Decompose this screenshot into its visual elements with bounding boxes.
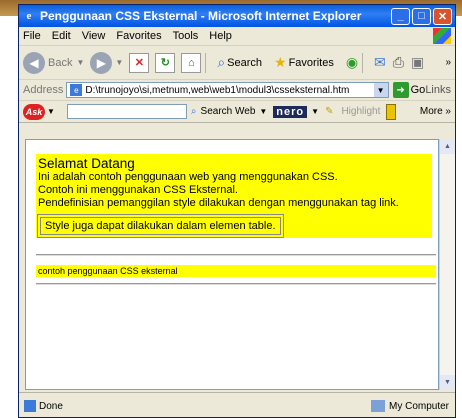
security-zone: My Computer [370,400,449,412]
back-dropdown-icon[interactable]: ▼ [76,58,84,67]
print-icon[interactable]: ⎙ [393,54,404,71]
search-web-icon[interactable]: ⌕ [191,106,197,117]
toolbar-separator [205,52,207,73]
go-label: Go [410,84,426,96]
nero-dropdown-icon[interactable]: ▼ [311,107,319,116]
style-table-cell: Style juga dapat dilakukan dalam elemen … [40,217,281,235]
menu-view[interactable]: View [82,30,106,42]
menu-help[interactable]: Help [209,30,232,42]
ask-toolbar: Ask ▼ ⌕ Search Web ▼ nero ▼ ✎ Highlight … [19,101,455,123]
close-button[interactable]: ✕ [433,7,452,25]
menu-file[interactable]: File [23,30,41,42]
back-button-label[interactable]: Back [48,57,72,69]
intro-line-1: Ini adalah contoh penggunaan web yang me… [38,171,338,183]
search-web-dropdown-icon[interactable]: ▼ [259,107,267,116]
address-dropdown-icon[interactable]: ▼ [373,83,388,97]
scroll-up-icon[interactable]: ▲ [440,139,455,154]
standard-toolbar: ◀ Back ▼ ▶ ▼ ✕ ↻ ⌂ ⌕ Search ★ Favorites … [19,46,455,80]
intro-line-3: Pendefinisian pemanggilan style dilakuka… [38,197,399,209]
highlight-button[interactable]: Highlight [341,106,380,117]
address-input[interactable]: e D:\trunojoyo\si,metnum,web\web1\modul3… [66,82,389,98]
scroll-down-icon[interactable]: ▼ [440,375,455,390]
menu-tools[interactable]: Tools [173,30,199,42]
forward-dropdown-icon[interactable]: ▼ [115,58,123,67]
more-button[interactable]: More » [420,106,451,117]
go-button[interactable]: ➜ Go [392,82,426,98]
page-icon: e [70,84,83,96]
highlighter-icon[interactable] [386,103,397,120]
toolbar-separator-2 [362,52,364,73]
welcome-heading: Selamat Datang [38,156,135,171]
nero-logo[interactable]: nero [273,105,308,118]
favorites-star-icon[interactable]: ★ [274,54,287,71]
footer-line: contoh penggunaan CSS eksternal [36,265,436,277]
ask-dropdown-icon[interactable]: ▼ [47,107,55,116]
title-bar[interactable]: e Penggunaan CSS Eksternal - Microsoft I… [19,5,455,27]
windows-logo-icon [433,28,451,44]
go-arrow-icon: ➜ [392,82,409,98]
more-label: More [419,106,443,117]
page-content: Selamat Datang Ini adalah contoh penggun… [25,139,439,390]
mail-icon[interactable]: ✉ [374,54,386,71]
window-title: Penggunaan CSS Eksternal - Microsoft Int… [40,9,362,23]
back-arrow-icon[interactable]: ◀ [23,51,45,74]
horizontal-rule-2 [36,283,436,285]
maximize-button[interactable]: □ [412,7,431,25]
home-icon[interactable]: ⌂ [181,52,202,73]
search-web-button[interactable]: Search Web [201,106,256,117]
stop-icon[interactable]: ✕ [129,52,150,73]
address-bar: Address e D:\trunojoyo\si,metnum,web\web… [19,80,455,101]
search-button-label[interactable]: Search [227,57,262,69]
horizontal-rule-1 [36,254,436,256]
edit-page-icon[interactable]: ▣ [411,54,424,71]
more-tools-icon[interactable]: » [445,57,451,68]
menu-edit[interactable]: Edit [52,30,71,42]
minimize-button[interactable]: _ [391,7,410,25]
links-button[interactable]: Links [425,84,451,96]
search-icon[interactable]: ⌕ [217,54,225,71]
vertical-scrollbar[interactable]: ▲ ▼ [439,139,455,390]
address-value[interactable]: D:\trunojoyo\si,metnum,web\web1\modul3\c… [85,85,373,96]
ie-logo-icon: e [26,10,32,22]
page-status-icon [24,400,36,412]
my-computer-icon [370,400,385,412]
refresh-icon[interactable]: ↻ [155,52,176,73]
highlight-pen-icon[interactable]: ✎ [325,106,333,117]
status-text: Done [39,400,63,412]
history-icon[interactable]: ◉ [346,54,358,71]
forward-arrow-icon[interactable]: ▶ [90,51,113,74]
menu-favorites[interactable]: Favorites [116,30,161,42]
ie-window: e Penggunaan CSS Eksternal - Microsoft I… [18,4,456,418]
security-zone-label: My Computer [388,400,449,412]
menu-bar: File Edit View Favorites Tools Help [19,27,455,46]
status-bar: Done My Computer [19,392,455,417]
ask-search-input[interactable] [66,104,187,119]
favorites-button-label[interactable]: Favorites [289,57,334,69]
ask-logo-icon[interactable]: Ask [23,103,45,120]
style-table: Style juga dapat dilakukan dalam elemen … [37,214,284,238]
intro-line-2: Contoh ini menggunakan CSS Eksternal. [38,184,238,196]
address-label: Address [23,84,64,96]
welcome-block: Selamat Datang Ini adalah contoh penggun… [36,154,432,238]
